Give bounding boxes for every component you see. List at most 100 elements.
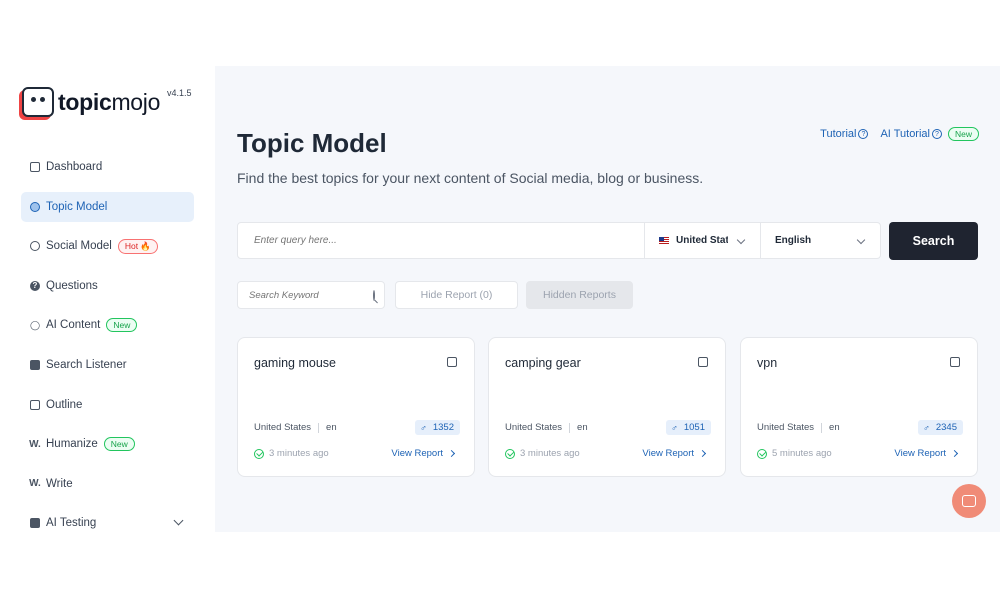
card-country: United States bbox=[505, 422, 563, 433]
new-badge: New bbox=[106, 318, 138, 333]
chevron-right-icon bbox=[447, 449, 456, 458]
search-bar: United States English bbox=[237, 222, 881, 259]
card-meta: United States en bbox=[757, 422, 840, 433]
brand-logo[interactable]: topicmojo bbox=[22, 86, 160, 118]
sidebar-item-label: Topic Model bbox=[46, 200, 108, 213]
card-count-badge: ♂ 2345 bbox=[918, 420, 963, 435]
view-report-link[interactable]: View Report bbox=[894, 448, 959, 459]
sidebar-item-ai-testing[interactable]: AI Testing bbox=[21, 508, 194, 532]
report-card[interactable]: vpn United States en ♂ 2345 5 minutes ago … bbox=[740, 337, 978, 477]
country-value: United States bbox=[676, 235, 728, 246]
bulb-icon: ◯ bbox=[29, 319, 41, 330]
card-title: gaming mouse bbox=[254, 356, 336, 370]
new-badge: New bbox=[103, 437, 135, 452]
chevron-down-icon bbox=[856, 235, 866, 245]
sidebar-item-dashboard[interactable]: Dashboard bbox=[21, 152, 194, 182]
card-count-badge: ♂ 1352 bbox=[415, 420, 460, 435]
card-title: vpn bbox=[757, 356, 778, 370]
sidebar-item-label: Questions bbox=[46, 279, 98, 292]
country-select[interactable]: United States bbox=[644, 223, 760, 258]
card-country: United States bbox=[254, 422, 312, 433]
chat-icon bbox=[962, 495, 976, 507]
sidebar-item-label: Search Listener bbox=[46, 358, 127, 371]
sidebar-item-questions[interactable]: ? Questions bbox=[21, 271, 194, 301]
outline-icon bbox=[30, 399, 40, 410]
report-card[interactable]: camping gear United States en ♂ 1051 3 min… bbox=[488, 337, 726, 477]
chevron-right-icon bbox=[950, 449, 959, 458]
sidebar-item-label: Humanize bbox=[46, 438, 98, 451]
chat-support-button[interactable] bbox=[952, 484, 986, 518]
topics-icon: ♂ bbox=[671, 422, 678, 433]
search-listener-icon bbox=[30, 359, 40, 370]
sidebar-item-humanize[interactable]: W. Humanize New bbox=[21, 429, 194, 459]
help-circle-icon: ? bbox=[858, 129, 869, 139]
card-checkbox[interactable] bbox=[447, 357, 457, 367]
keyword-search-box bbox=[237, 281, 385, 309]
card-time: 3 minutes ago bbox=[254, 448, 329, 459]
sidebar-item-label: AI Content bbox=[46, 319, 101, 332]
help-circle-icon: ? bbox=[931, 129, 942, 139]
sidebar-item-label: Outline bbox=[46, 398, 83, 411]
chevron-down-icon bbox=[736, 235, 746, 245]
check-circle-icon bbox=[505, 448, 515, 459]
sidebar-nav: Dashboard Topic Model Social Model Hot 🔥… bbox=[21, 152, 194, 532]
sidebar-item-write[interactable]: W. Write bbox=[21, 469, 194, 499]
view-report-link[interactable]: View Report bbox=[391, 448, 456, 459]
app-version: v4.1.5 bbox=[167, 88, 192, 98]
card-count-badge: ♂ 1051 bbox=[666, 420, 711, 435]
search-icon[interactable] bbox=[373, 289, 375, 301]
sidebar-item-social-model[interactable]: Social Model Hot 🔥 bbox=[21, 231, 194, 261]
report-card[interactable]: gaming mouse United States en ♂ 1352 3 min… bbox=[237, 337, 475, 477]
question-icon: ? bbox=[30, 280, 40, 291]
topic-model-icon bbox=[30, 201, 40, 212]
hot-badge: Hot 🔥 bbox=[117, 238, 159, 254]
card-title: camping gear bbox=[505, 356, 581, 370]
check-circle-icon bbox=[757, 448, 767, 459]
chevron-right-icon bbox=[698, 449, 707, 458]
sidebar-item-label: AI Testing bbox=[46, 517, 97, 530]
tutorial-link[interactable]: Tutorial bbox=[820, 128, 856, 140]
topics-icon: ♂ bbox=[420, 422, 427, 433]
card-time: 5 minutes ago bbox=[757, 448, 832, 459]
topics-icon: ♂ bbox=[923, 422, 930, 433]
humanize-icon: W. bbox=[29, 438, 41, 450]
write-icon: W. bbox=[29, 478, 41, 490]
sidebar-item-label: Social Model bbox=[46, 240, 112, 253]
sidebar-item-label: Dashboard bbox=[46, 161, 103, 173]
card-checkbox[interactable] bbox=[950, 357, 960, 367]
check-circle-icon bbox=[254, 448, 264, 459]
keyword-search-input[interactable] bbox=[238, 289, 373, 301]
hide-report-button[interactable]: Hide Report (0) bbox=[395, 281, 518, 309]
view-report-link[interactable]: View Report bbox=[642, 448, 707, 459]
sidebar-item-search-listener[interactable]: Search Listener bbox=[21, 350, 194, 380]
main-content: Topic Model Find the best topics for you… bbox=[215, 66, 1000, 532]
brand-name: topicmojo bbox=[58, 88, 161, 115]
ai-tutorial-link[interactable]: AI Tutorial bbox=[880, 128, 930, 140]
chevron-down-icon[interactable] bbox=[173, 515, 184, 526]
card-language: en bbox=[577, 422, 588, 433]
card-country: United States bbox=[757, 422, 815, 433]
hidden-reports-button[interactable]: Hidden Reports bbox=[526, 281, 633, 309]
sidebar-item-ai-content[interactable]: ◯ AI Content New bbox=[21, 310, 194, 340]
query-input[interactable] bbox=[238, 223, 644, 258]
sidebar-item-topic-model[interactable]: Topic Model bbox=[21, 191, 194, 222]
language-value: English bbox=[775, 235, 812, 246]
sidebar: topicmojo v4.1.5 Dashboard Topic Model S… bbox=[0, 66, 215, 532]
briefcase-icon bbox=[30, 518, 40, 529]
card-checkbox[interactable] bbox=[698, 357, 708, 367]
card-language: en bbox=[326, 422, 337, 433]
sidebar-item-outline[interactable]: Outline bbox=[21, 390, 194, 420]
language-select[interactable]: English bbox=[760, 223, 880, 258]
card-time: 3 minutes ago bbox=[505, 448, 580, 459]
social-model-icon bbox=[30, 241, 40, 252]
new-badge: New bbox=[947, 127, 979, 141]
sidebar-item-label: Write bbox=[46, 477, 73, 490]
search-button[interactable]: Search bbox=[889, 222, 978, 260]
card-meta: United States en bbox=[505, 422, 588, 433]
card-language: en bbox=[829, 422, 840, 433]
app-window: topicmojo v4.1.5 Dashboard Topic Model S… bbox=[0, 66, 1000, 532]
dashboard-icon bbox=[30, 162, 40, 172]
help-links: Tutorial ? AI Tutorial ? New bbox=[820, 127, 979, 141]
page-title: Topic Model bbox=[237, 128, 387, 158]
card-meta: United States en bbox=[254, 422, 337, 433]
